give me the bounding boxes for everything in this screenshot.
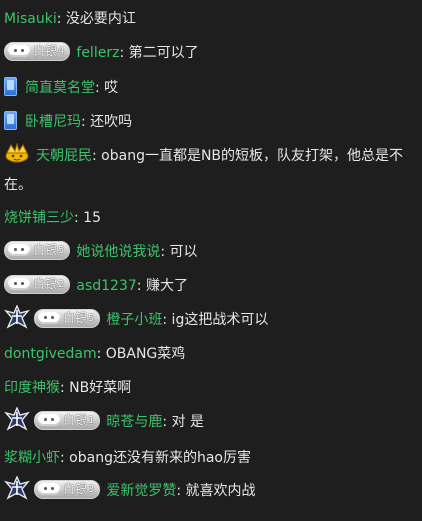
username[interactable]: 卧槽尼玛 (25, 114, 81, 130)
badge-rank-label: 白银 (63, 310, 88, 325)
silver-rank-badge: 白银 3 (34, 479, 101, 499)
badge-level: 3 (88, 483, 95, 495)
message-text: 第二可以了 (124, 45, 199, 61)
badge-cloud-icon (8, 244, 30, 256)
chat-message: 白银 5 她说他说我说: 可以 (4, 240, 416, 264)
username[interactable]: 她说他说我说 (76, 244, 160, 260)
badge-level: 5 (88, 312, 95, 324)
chat-message: 浆糊小虾: obang还没有新来的hao厉害 (4, 446, 416, 470)
message-text: OBANG菜鸡 (101, 346, 186, 362)
message-text: 没必要内讧 (61, 11, 136, 27)
chat-message: dontgivedam: OBANG菜鸡 (4, 342, 416, 366)
chat-message: 白银 5 橙子小班: ig这把战术可以 (4, 304, 416, 332)
chat-message: 白银 2 asd1237: 赚大了 (4, 274, 416, 298)
username[interactable]: 浆糊小虾 (4, 450, 60, 466)
silver-rank-badge: 白银 4 (4, 41, 71, 61)
team-logo-icon (4, 406, 30, 431)
badge-rank-label: 白银 (33, 242, 58, 257)
team-logo-icon (4, 304, 30, 329)
message-text: 对 是 (167, 414, 205, 430)
silver-rank-badge: 白银 1 (34, 410, 101, 430)
chat-message: 简直莫名堂: 哎 (4, 76, 416, 100)
badge-rank-label: 白银 (33, 43, 58, 58)
chat-message: 天朝屁民: obang一直都是NB的短板，队友打架，他总是不在。 (4, 142, 416, 200)
phone-icon (4, 76, 17, 96)
username[interactable]: 印度神猴 (4, 380, 60, 396)
message-text: 可以 (165, 244, 198, 260)
badge-cloud-icon (8, 278, 30, 290)
username[interactable]: 简直莫名堂 (25, 80, 95, 96)
username[interactable]: 爱新觉罗赞 (106, 483, 176, 499)
message-text: 就喜欢内战 (181, 483, 256, 499)
badge-cloud-icon (38, 483, 60, 495)
badge-level: 4 (58, 45, 65, 57)
username[interactable]: 烧饼铺三少 (4, 210, 74, 226)
message-text: 15 (78, 210, 101, 226)
badge-cloud-icon (38, 414, 60, 426)
crown-icon (4, 142, 30, 163)
badge-level: 5 (58, 244, 65, 256)
team-logo-icon (4, 475, 30, 500)
silver-rank-badge: 白银 5 (34, 308, 101, 328)
chat-message: 卧槽尼玛: 还吹吗 (4, 110, 416, 134)
badge-rank-label: 白银 (33, 276, 58, 291)
username[interactable]: 晾苍与鹿 (106, 414, 162, 430)
message-text: obang还没有新来的hao厉害 (64, 450, 251, 466)
username[interactable]: asd1237 (76, 278, 136, 294)
badge-cloud-icon (8, 45, 30, 57)
username[interactable]: Misauki (4, 11, 57, 27)
message-text: 还吹吗 (85, 114, 133, 130)
message-text: NB好菜啊 (64, 380, 132, 396)
message-text: ig这把战术可以 (167, 312, 269, 328)
message-text: 赚大了 (141, 278, 188, 294)
chat-message: 白银 3 爱新觉罗赞: 就喜欢内战 (4, 475, 416, 503)
badge-rank-label: 白银 (63, 481, 88, 496)
badge-cloud-icon (38, 312, 60, 324)
badge-rank-label: 白银 (63, 412, 88, 427)
chat-message: Misauki: 没必要内讧 (4, 7, 416, 31)
message-text: 哎 (99, 80, 119, 96)
username[interactable]: dontgivedam (4, 346, 97, 362)
chat-message: 白银 4 fellerz: 第二可以了 (4, 41, 416, 65)
chat-message-list: Misauki: 没必要内讧 白银 4 fellerz: 第二可以了 简直莫名堂: … (0, 0, 422, 521)
badge-level: 2 (58, 278, 65, 290)
chat-message: 烧饼铺三少: 15 (4, 206, 416, 230)
badge-level: 1 (88, 414, 95, 426)
silver-rank-badge: 白银 5 (4, 240, 71, 260)
chat-message: 白银 1 晾苍与鹿: 对 是 (4, 406, 416, 434)
phone-icon (4, 110, 17, 130)
username[interactable]: fellerz (76, 45, 119, 61)
silver-rank-badge: 白银 2 (4, 274, 71, 294)
chat-message: 印度神猴: NB好菜啊 (4, 376, 416, 400)
username[interactable]: 天朝屁民 (36, 148, 92, 164)
username[interactable]: 橙子小班 (106, 312, 162, 328)
